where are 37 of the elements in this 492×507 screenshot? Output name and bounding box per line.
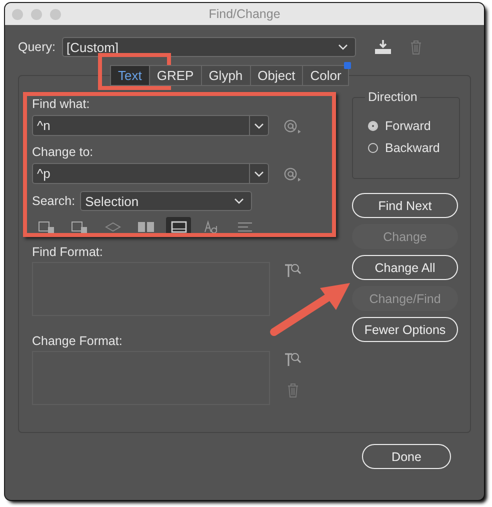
change-to-field[interactable]: ^p [32, 163, 270, 184]
done-button[interactable]: Done [362, 444, 451, 469]
direction-radio[interactable]: Forward [368, 119, 459, 133]
action-button[interactable]: Change All [352, 255, 458, 280]
tab[interactable]: Text [110, 65, 150, 86]
special-characters-icon[interactable] [283, 166, 302, 182]
search-dropdown[interactable]: Selection [80, 191, 252, 211]
group-title: Direction [365, 90, 420, 104]
special-characters-icon[interactable] [283, 118, 302, 134]
trash-icon[interactable] [410, 40, 422, 54]
chevron-icon [338, 44, 348, 50]
tab[interactable]: Glyph [202, 65, 251, 86]
chevron-icon [254, 170, 264, 176]
tab[interactable]: GREP [150, 65, 202, 86]
direction-radio[interactable]: Backward [368, 141, 459, 155]
tab[interactable]: Object [250, 65, 304, 86]
radio-button[interactable] [368, 121, 378, 131]
action-button[interactable]: Fewer Options [352, 317, 458, 342]
format-search-icon[interactable] [284, 351, 302, 367]
save-icon[interactable] [374, 39, 392, 55]
search-label: Search: [32, 194, 76, 208]
chevron-icon [234, 198, 244, 204]
field-label: Change Format: [32, 334, 124, 348]
radio-button[interactable] [368, 143, 378, 153]
find-what-field[interactable]: ^n [32, 115, 270, 136]
tab[interactable]: Color [303, 65, 350, 86]
format-search-icon[interactable] [284, 262, 302, 278]
query-dropdown[interactable]: [Custom] [62, 37, 356, 57]
trash-icon[interactable] [287, 383, 299, 398]
layers-icon [104, 220, 122, 234]
field-label: Find what: [32, 97, 91, 111]
chevron-icon [254, 122, 264, 128]
query-label: Query: [18, 40, 56, 54]
field-label: Find Format: [32, 245, 104, 259]
action-button[interactable]: Find Next [352, 193, 458, 218]
field-label: Change to: [32, 145, 94, 159]
window-title: Find/Change [208, 7, 280, 21]
